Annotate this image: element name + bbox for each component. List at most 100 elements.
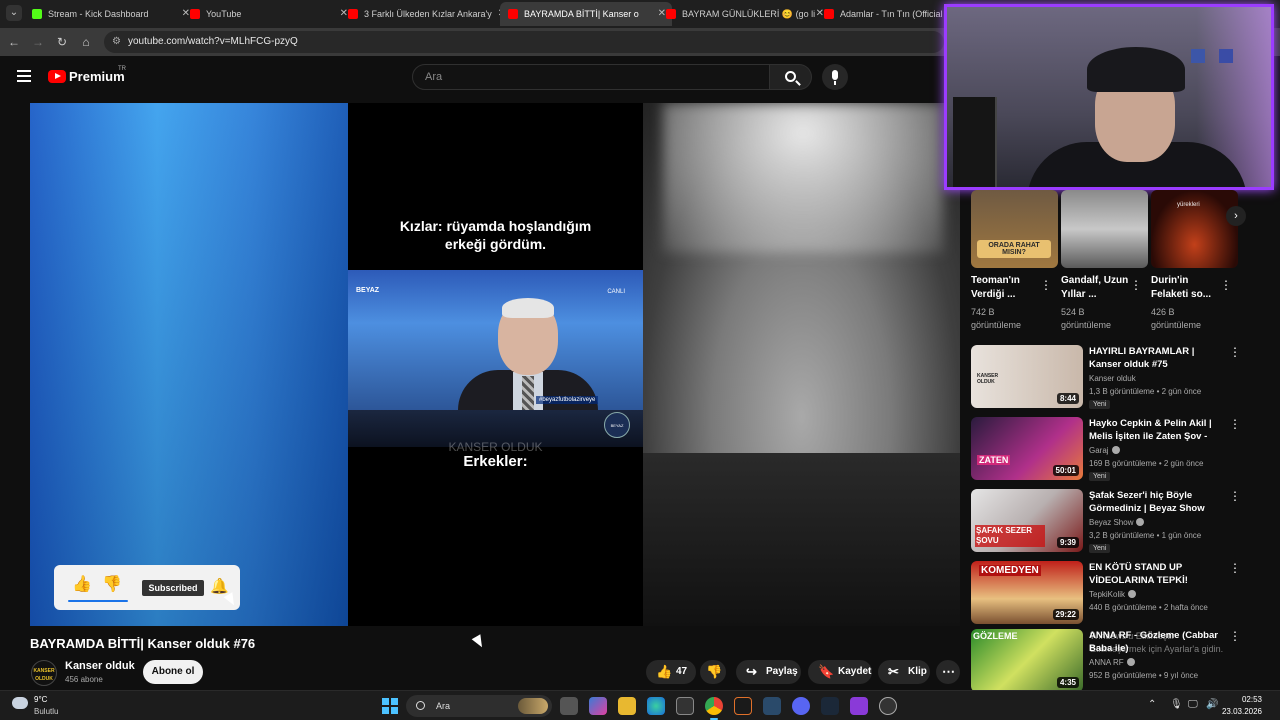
short-item[interactable]: yürekleri Durin'in Felaketi so... 426 B … <box>1151 190 1238 332</box>
microphone-icon[interactable]: 🎙 <box>1170 699 1183 710</box>
video-title-link[interactable]: HAYIRLI BAYRAMLAR | Kanser olduk #75 <box>1089 345 1221 371</box>
tab-search-menu-icon[interactable]: ⌄ <box>6 5 22 21</box>
file-explorer-icon[interactable] <box>618 697 636 715</box>
short-thumbnail[interactable]: yürekleri <box>1151 190 1238 268</box>
verified-icon <box>1128 590 1137 598</box>
menu-icon[interactable] <box>17 70 31 82</box>
more-vertical-icon[interactable]: ⋮ <box>1220 278 1232 292</box>
search-highlight-image <box>518 698 548 714</box>
caption-top: Kızlar: rüyamda hoşlandığım erkeği gördü… <box>399 218 592 252</box>
caption-bottom: Erkekler: <box>463 453 528 470</box>
short-thumbnail[interactable] <box>1061 190 1148 268</box>
steam-icon[interactable] <box>821 697 839 715</box>
youtube-logo-icon[interactable] <box>48 70 66 83</box>
channel-name[interactable]: ANNA RF <box>1089 658 1135 667</box>
dislike-button[interactable]: 👎 <box>700 660 726 684</box>
cloud-weather-icon[interactable] <box>12 697 28 709</box>
more-vertical-icon[interactable]: ⋮ <box>1040 278 1052 292</box>
forward-arrow-icon[interactable]: → <box>30 34 46 50</box>
youtube-favicon-icon <box>190 9 200 19</box>
chevron-up-icon[interactable]: ⌃ <box>1148 699 1156 710</box>
weather-temperature[interactable]: 9°C <box>34 695 47 704</box>
share-button[interactable]: ↪ Paylaş <box>736 660 801 684</box>
more-vertical-icon[interactable]: ⋮ <box>1130 278 1142 292</box>
clock-date[interactable]: 23.03.2026 <box>1212 707 1262 716</box>
reload-icon[interactable]: ↻ <box>54 34 70 50</box>
video-thumbnail[interactable]: KANSER OLDUK 8:44 <box>971 345 1083 408</box>
taskbar-search[interactable]: Ara <box>406 695 552 717</box>
video-player[interactable]: Kızlar: rüyamda hoşlandığım erkeği gördü… <box>30 103 960 626</box>
tv-studio-clip: BEYAZ CANLI #beyazfutbolazirveye BEYAZ F… <box>348 270 643 447</box>
recommended-video[interactable]: KOMEDYEN 29:22 EN KÖTÜ STAND UP VİDEOLAR… <box>971 561 1251 625</box>
weather-description[interactable]: Bulutlu <box>34 707 58 716</box>
edge-browser-icon[interactable] <box>647 697 665 715</box>
short-item[interactable]: Gandalf, Uzun Yıllar ... 524 B görüntüle… <box>1061 190 1148 332</box>
channel-name[interactable]: Kanser olduk <box>65 660 135 672</box>
recommended-video[interactable]: ŞAFAK SEZER ŞOVU 9:39 Şafak Sezer'i hiç … <box>971 489 1251 553</box>
search-input[interactable]: Ara <box>412 64 770 90</box>
video-title-link[interactable]: EN KÖTÜ STAND UP VİDEOLARINA TEPKİ! <box>1089 561 1221 587</box>
browser-tab[interactable]: Adamlar - Tın Tın (Official Aud <box>816 2 946 26</box>
short-title[interactable]: Teoman'ın Verdiği ... <box>971 274 1043 302</box>
obs-icon[interactable] <box>734 697 752 715</box>
more-vertical-icon[interactable]: ⋮ <box>1229 345 1241 359</box>
subscribe-button[interactable]: Abone ol <box>143 660 203 684</box>
browser-tab[interactable]: YouTube ✕ <box>182 2 354 26</box>
monitor-icon[interactable]: 🖵 <box>1188 699 1198 710</box>
more-vertical-icon[interactable]: ⋮ <box>1229 417 1241 431</box>
more-horizontal-icon: ⋯ <box>942 664 955 679</box>
app-icon[interactable] <box>879 697 897 715</box>
browser-tab[interactable]: BAYRAM GÜNLÜKLERİ 😊 (go li ✕ <box>658 2 830 26</box>
browser-tab-active[interactable]: BAYRAMDA BİTTİ| Kanser o ✕ <box>500 2 672 26</box>
more-vertical-icon[interactable]: ⋮ <box>1229 629 1241 643</box>
task-view-icon[interactable] <box>560 697 578 715</box>
like-button[interactable]: 👍 47 <box>646 660 696 684</box>
channel-avatar[interactable]: KANSER OLDUK <box>31 660 57 686</box>
short-item[interactable]: ORADA RAHAT MISIN? Teoman'ın Verdiği ...… <box>971 190 1058 332</box>
streamer-cap <box>1087 47 1185 92</box>
clip-button[interactable]: ✂ Klip <box>878 660 930 684</box>
more-vertical-icon[interactable]: ⋮ <box>1229 489 1241 503</box>
app-icon[interactable] <box>850 697 868 715</box>
chrome-icon[interactable] <box>705 697 723 720</box>
search-icon <box>785 71 796 82</box>
site-info-icon[interactable]: ⚙ <box>112 31 121 53</box>
channel-name[interactable]: Garaj <box>1089 446 1120 455</box>
browser-tab[interactable]: Stream - Kick Dashboard ✕ <box>24 2 196 26</box>
youtube-brand[interactable]: Premium <box>69 69 125 84</box>
short-title[interactable]: Durin'in Felaketi so... <box>1151 274 1223 302</box>
save-button[interactable]: 🔖 Kaydet <box>808 660 872 684</box>
video-thumbnail[interactable]: ŞAFAK SEZER ŞOVU 9:39 <box>971 489 1083 552</box>
recommended-video[interactable]: KANSER OLDUK 8:44 HAYIRLI BAYRAMLAR | Ka… <box>971 345 1251 409</box>
windows-start-icon[interactable] <box>382 698 398 714</box>
chevron-right-icon[interactable]: › <box>1226 206 1246 226</box>
store-icon[interactable] <box>676 697 694 715</box>
discord-icon[interactable] <box>792 697 810 715</box>
video-title-link[interactable]: Şafak Sezer'i hiç Böyle Görmediniz | Bey… <box>1089 489 1221 515</box>
video-thumbnail[interactable]: KOMEDYEN 29:22 <box>971 561 1083 624</box>
recommended-video[interactable]: ZATEN 50:01 Hayko Cepkin & Pelin Akil | … <box>971 417 1251 481</box>
video-title-link[interactable]: Hayko Cepkin & Pelin Akil | Melis İşiten… <box>1089 417 1221 444</box>
more-actions-button[interactable]: ⋯ <box>936 660 960 684</box>
channel-name[interactable]: Kanser olduk <box>1089 374 1136 383</box>
back-arrow-icon[interactable]: ← <box>6 34 22 50</box>
short-thumbnail[interactable]: ORADA RAHAT MISIN? <box>971 190 1058 268</box>
new-badge: Yeni <box>1089 400 1111 409</box>
browser-tab[interactable]: 3 Farklı Ülkeden Kızlar Ankara'y✕ <box>340 2 512 26</box>
video-thumbnail[interactable]: GÖZLEME 4:35 <box>971 629 1083 692</box>
thumbnail-text: ZATEN <box>977 455 1011 465</box>
short-title[interactable]: Gandalf, Uzun Yıllar ... <box>1061 274 1133 302</box>
video-thumbnail[interactable]: ZATEN 50:01 <box>971 417 1083 480</box>
bookmark-icon: 🔖 <box>818 664 835 679</box>
home-icon[interactable]: ⌂ <box>78 34 94 50</box>
widgets-icon[interactable] <box>589 697 607 715</box>
tab-label: Stream - Kick Dashboard <box>48 9 149 19</box>
network-app-icon[interactable] <box>763 697 781 715</box>
address-bar[interactable]: ⚙ youtube.com/watch?v=MLhFCG-pzyQ <box>104 31 944 53</box>
search-button[interactable] <box>770 64 812 90</box>
more-vertical-icon[interactable]: ⋮ <box>1229 561 1241 575</box>
voice-search-button[interactable] <box>822 64 848 90</box>
channel-name[interactable]: TepkiKolik <box>1089 590 1137 599</box>
clock-time[interactable]: 02:53 <box>1222 695 1262 704</box>
channel-name[interactable]: Beyaz Show <box>1089 518 1145 527</box>
